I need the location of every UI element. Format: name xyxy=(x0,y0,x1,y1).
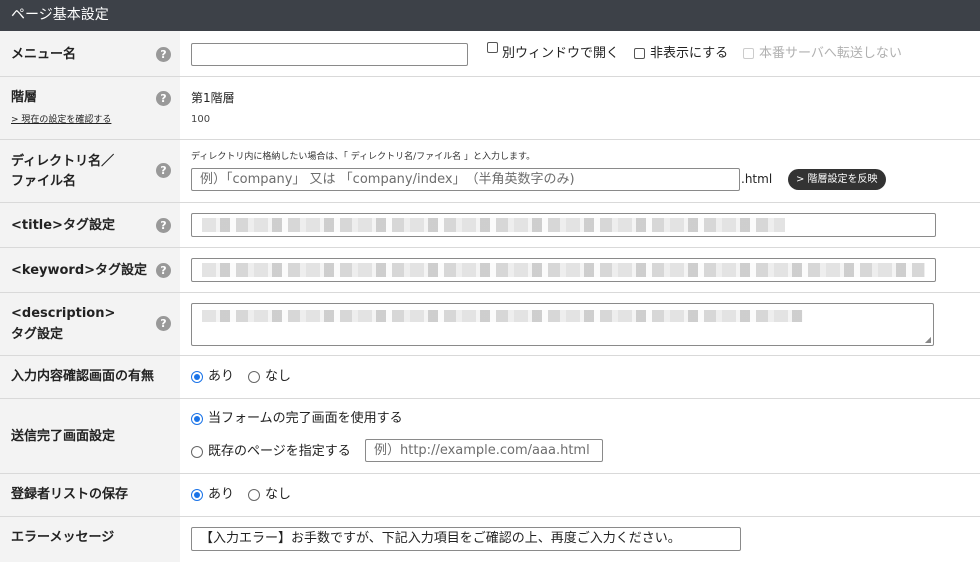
resize-handle-icon[interactable]: ◢ xyxy=(925,336,931,344)
directory-label-line2: ファイル名 xyxy=(11,174,77,189)
row-level: 階層 > 現在の設定を確認する ? 第1階層 100 xyxy=(0,77,980,140)
level-number: 100 xyxy=(191,114,211,125)
row-complete-screen: 送信完了画面設定 当フォームの完了画面を使用する 既存のページを指定する 例）h… xyxy=(0,399,980,474)
keyword-tag-input[interactable] xyxy=(191,258,936,282)
directory-input[interactable]: 例）「company」 又は 「company/index」 （半角英数字のみ) xyxy=(191,168,740,191)
blurred-text xyxy=(202,218,785,232)
directory-hint: ディレクトリ内に格納したい場合は、「 ディレクトリ名/ファイル名 」と入力します… xyxy=(191,152,536,162)
row-description-tag: <description> タグ設定 ? ◢ xyxy=(0,293,980,356)
directory-label-line1: ディレクトリ名／ xyxy=(11,154,115,169)
description-tag-label-line2: タグ設定 xyxy=(11,327,64,342)
confirm-no-radio[interactable] xyxy=(248,371,260,383)
level-label: 階層 xyxy=(11,90,38,105)
row-confirm-screen: 入力内容確認画面の有無 あり なし xyxy=(0,356,980,399)
existing-page-url-input[interactable]: 例）http://example.com/aaa.html xyxy=(365,439,603,462)
new-window-label: 別ウィンドウで開く xyxy=(502,46,620,61)
help-icon[interactable]: ? xyxy=(156,263,171,278)
title-tag-label: <title>タグ設定 xyxy=(11,218,115,233)
label-cell: <title>タグ設定 ? xyxy=(0,203,180,247)
label-cell: 送信完了画面設定 xyxy=(0,399,180,473)
apply-level-button[interactable]: > 階層設定を反映 xyxy=(788,169,886,190)
complete-option1-label: 当フォームの完了画面を使用する xyxy=(208,411,403,426)
hide-checkbox[interactable] xyxy=(634,48,645,59)
complete-option2-label: 既存のページを指定する xyxy=(208,444,351,459)
label-cell: <keyword>タグ設定 ? xyxy=(0,248,180,292)
help-icon[interactable]: ? xyxy=(156,91,171,106)
complete-option2-radio[interactable] xyxy=(191,446,203,458)
hide-label: 非表示にする xyxy=(650,46,729,61)
row-registrant-list: 登録者リストの保存 あり なし xyxy=(0,474,980,517)
label-cell: 入力内容確認画面の有無 xyxy=(0,356,180,398)
label-cell: <description> タグ設定 ? xyxy=(0,293,180,355)
label-cell: 階層 > 現在の設定を確認する ? xyxy=(0,77,180,139)
confirm-yes-radio[interactable] xyxy=(191,371,203,383)
menu-name-label: メニュー名 xyxy=(11,47,77,62)
title-tag-input[interactable] xyxy=(191,213,936,237)
row-title-tag: <title>タグ設定 ? xyxy=(0,203,980,248)
registrant-list-label: 登録者リストの保存 xyxy=(11,487,129,502)
label-cell: 登録者リストの保存 xyxy=(0,474,180,516)
page-title: ページ基本設定 xyxy=(11,7,109,23)
help-icon[interactable]: ? xyxy=(156,316,171,331)
description-tag-textarea[interactable]: ◢ xyxy=(191,303,934,346)
label-cell: メニュー名 ? xyxy=(0,31,180,76)
complete-screen-label: 送信完了画面設定 xyxy=(11,429,116,444)
row-menu-name: メニュー名 ? 別ウィンドウで開く 非表示にする 本番サーバへ転送しない xyxy=(0,31,980,77)
html-suffix: .html xyxy=(741,172,773,186)
level-value: 第1階層 xyxy=(191,91,235,105)
row-keyword-tag: <keyword>タグ設定 ? xyxy=(0,248,980,293)
new-window-checkbox[interactable] xyxy=(487,42,498,53)
confirm-yes-label: あり xyxy=(208,369,235,384)
page-header: ページ基本設定 xyxy=(0,0,980,31)
confirm-screen-label: 入力内容確認画面の有無 xyxy=(11,369,155,384)
complete-option1-radio[interactable] xyxy=(191,413,203,425)
no-transfer-checkbox xyxy=(743,48,754,59)
help-icon[interactable]: ? xyxy=(156,163,171,178)
registrant-no-radio[interactable] xyxy=(248,489,260,501)
registrant-no-label: なし xyxy=(265,487,292,502)
registrant-yes-label: あり xyxy=(208,487,235,502)
error-message-label: エラーメッセージ xyxy=(11,530,115,545)
blurred-text xyxy=(202,263,925,277)
label-cell: エラーメッセージ xyxy=(0,517,180,562)
description-tag-label-line1: <description> xyxy=(11,306,116,321)
menu-name-input[interactable] xyxy=(191,43,468,66)
blurred-text xyxy=(202,310,803,322)
error-message-input[interactable]: 【入力エラー】お手数ですが、下記入力項目をご確認の上、再度ご入力ください。 xyxy=(191,527,741,551)
row-error-message: エラーメッセージ 【入力エラー】お手数ですが、下記入力項目をご確認の上、再度ご入… xyxy=(0,517,980,562)
label-cell: ディレクトリ名／ ファイル名 ? xyxy=(0,140,180,202)
keyword-tag-label: <keyword>タグ設定 xyxy=(11,263,148,278)
registrant-yes-radio[interactable] xyxy=(191,489,203,501)
help-icon[interactable]: ? xyxy=(156,218,171,233)
no-transfer-label: 本番サーバへ転送しない xyxy=(759,46,902,61)
confirm-no-label: なし xyxy=(265,369,292,384)
row-directory: ディレクトリ名／ ファイル名 ? ディレクトリ内に格納したい場合は、「 ディレク… xyxy=(0,140,980,203)
check-settings-link[interactable]: > 現在の設定を確認する xyxy=(11,112,111,125)
help-icon[interactable]: ? xyxy=(156,47,171,62)
